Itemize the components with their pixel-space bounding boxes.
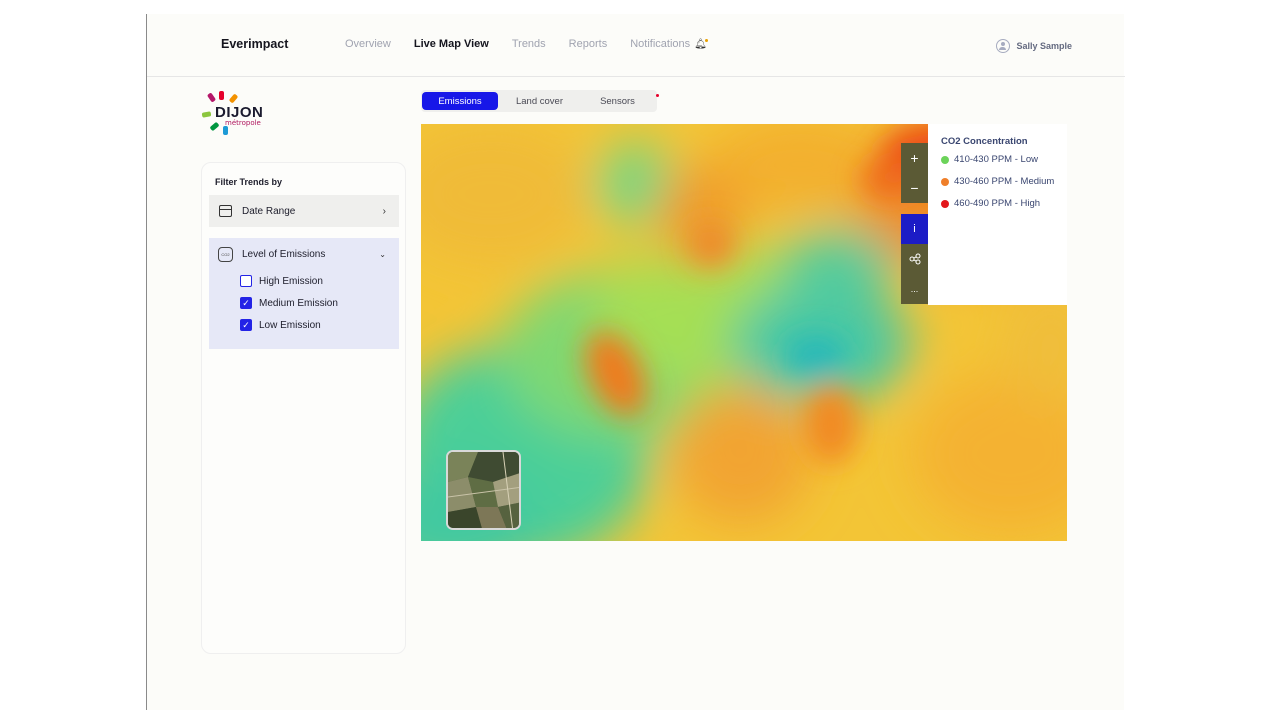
chevron-down-icon: ⌄ bbox=[379, 249, 386, 259]
emission-level-header[interactable]: CO2 Level of Emissions ⌄ bbox=[209, 238, 399, 270]
satellite-minimap[interactable] bbox=[446, 450, 521, 530]
zoom-out-button[interactable]: − bbox=[901, 173, 928, 203]
medium-emission-label: Medium Emission bbox=[259, 297, 338, 309]
legend-item-low: 410-430 PPM - Low bbox=[941, 154, 1038, 165]
map-layer-tabs: Emissions Land cover Sensors bbox=[421, 90, 659, 112]
filter-title: Filter Trends by bbox=[215, 177, 283, 187]
legend-dot-high bbox=[941, 199, 949, 208]
satellite-thumbnail bbox=[448, 452, 519, 528]
tab-emissions[interactable]: Emissions bbox=[422, 92, 498, 110]
bell-icon: 🔔︎ bbox=[694, 39, 708, 50]
logo-petal-icon bbox=[219, 91, 224, 100]
check-icon: ✓ bbox=[242, 319, 250, 330]
nav-reports[interactable]: Reports bbox=[569, 38, 608, 50]
legend-title: CO2 Concentration bbox=[941, 136, 1028, 147]
info-button[interactable]: i bbox=[901, 214, 928, 244]
app-window: Everimpact Overview Live Map View Trends… bbox=[146, 14, 1125, 710]
map-controls: + − i ... bbox=[901, 143, 928, 304]
legend-item-medium: 430-460 PPM - Medium bbox=[941, 176, 1054, 187]
share-button[interactable] bbox=[901, 244, 928, 274]
sensor-alert-dot bbox=[656, 94, 659, 97]
dijon-logo: DIJON métropole bbox=[201, 91, 281, 139]
logo-petal-icon bbox=[228, 93, 239, 104]
logo-petal-icon bbox=[206, 92, 217, 103]
tab-sensors-label: Sensors bbox=[600, 95, 635, 107]
check-icon: ✓ bbox=[242, 297, 250, 308]
date-range-label: Date Range bbox=[242, 205, 296, 217]
high-emission-label: High Emission bbox=[259, 275, 323, 287]
low-emission-checkbox[interactable]: ✓ bbox=[240, 319, 252, 331]
nav-live-map-view[interactable]: Live Map View bbox=[414, 38, 489, 50]
high-emission-option[interactable]: High Emission bbox=[240, 275, 323, 287]
chevron-right-icon: › bbox=[382, 205, 386, 217]
legend-label-medium: 430-460 PPM - Medium bbox=[954, 176, 1055, 187]
logo-subtitle: métropole bbox=[225, 119, 261, 127]
low-emission-option[interactable]: ✓ Low Emission bbox=[240, 319, 321, 331]
nav-trends[interactable]: Trends bbox=[512, 38, 546, 50]
emission-level-filter: CO2 Level of Emissions ⌄ High Emission ✓… bbox=[209, 238, 399, 349]
calendar-icon bbox=[219, 205, 232, 217]
nav-notifications[interactable]: Notifications 🔔︎ bbox=[630, 38, 708, 50]
zoom-in-button[interactable]: + bbox=[901, 143, 928, 173]
legend-dot-medium bbox=[941, 177, 949, 186]
logo-petal-icon bbox=[201, 111, 212, 118]
medium-emission-option[interactable]: ✓ Medium Emission bbox=[240, 297, 338, 309]
nav-notifications-label: Notifications bbox=[630, 38, 691, 50]
high-emission-checkbox[interactable] bbox=[240, 275, 252, 287]
more-options-button[interactable]: ... bbox=[901, 274, 928, 304]
share-icon bbox=[909, 253, 920, 265]
co2-legend: CO2 Concentration 410-430 PPM - Low 430-… bbox=[928, 124, 1067, 305]
emission-level-label: Level of Emissions bbox=[242, 248, 326, 260]
date-range-filter[interactable]: Date Range › bbox=[209, 195, 399, 227]
low-emission-label: Low Emission bbox=[259, 319, 321, 331]
filter-panel: Filter Trends by Date Range › CO2 Level … bbox=[201, 162, 406, 654]
legend-label-high: 460-490 PPM - High bbox=[954, 198, 1041, 209]
co2-icon: CO2 bbox=[218, 246, 233, 262]
logo-petal-icon bbox=[223, 126, 228, 135]
more-options-label: ... bbox=[910, 284, 919, 294]
nav-overview[interactable]: Overview bbox=[345, 38, 391, 50]
legend-dot-low bbox=[941, 155, 949, 164]
logo-petal-icon bbox=[209, 121, 220, 132]
top-bar: Everimpact Overview Live Map View Trends… bbox=[147, 14, 1125, 77]
tab-land-cover[interactable]: Land cover bbox=[498, 92, 581, 110]
legend-item-high: 460-490 PPM - High bbox=[941, 198, 1040, 209]
tab-sensors[interactable]: Sensors bbox=[581, 92, 659, 110]
user-name: Sally Sample bbox=[1016, 41, 1072, 51]
legend-label-low: 410-430 PPM - Low bbox=[954, 154, 1038, 165]
main-nav: Overview Live Map View Trends Reports No… bbox=[345, 38, 730, 50]
user-menu[interactable]: Sally Sample bbox=[996, 39, 1072, 53]
user-avatar-icon bbox=[996, 39, 1011, 53]
brand-name[interactable]: Everimpact bbox=[221, 37, 288, 51]
medium-emission-checkbox[interactable]: ✓ bbox=[240, 297, 252, 309]
